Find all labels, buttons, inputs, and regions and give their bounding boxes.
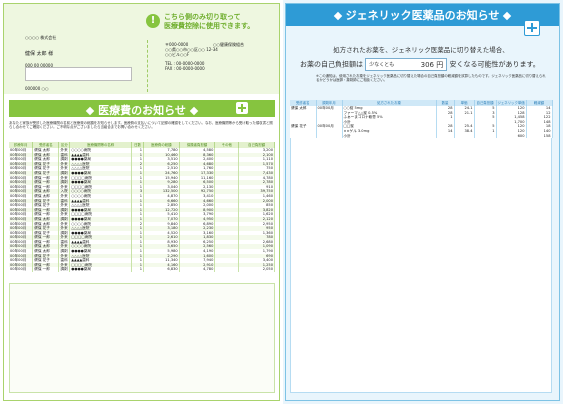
cut-line (147, 40, 149, 92)
generic-cell: 158 (526, 133, 553, 139)
savings-line: お薬の自己負担額は 少なくとも 306 円 安くなる可能性があります。 (300, 58, 540, 71)
generic-cell (436, 133, 455, 139)
exclamation-icon: ! (146, 14, 160, 28)
generic-notes: ※この通知は、使用されたお薬をジェネリック医薬品に切り替えた場合の自己負担額の軽… (316, 74, 546, 83)
association-address: 〒000-0000 ○○県○○市○○区○○ 12-34 ○○ビル○○F TEL … (165, 42, 265, 71)
medical-row: 00年00月 健保 一郎 調剤 ●●●●薬局 1 6,830 4,780 2,050 (9, 267, 275, 273)
sender-block: ○○○○ 株式会社 健保 太郎 様 000 00 00000 (25, 35, 56, 69)
company-name: ○○○○ 株式会社 (25, 35, 57, 40)
medical-cost-message: あなたと家族が受診した医療機関の名前と医療費の総額をお知らせします。医療費の支払… (9, 121, 273, 130)
medical-cell: 調剤 (58, 267, 71, 273)
medical-cell: 2,050 (238, 267, 275, 273)
diamond-icon (503, 11, 512, 21)
generic-cell: 小計 (342, 133, 437, 139)
address-line: FAX : 00-0000-0000 (165, 66, 205, 71)
address-line: ○○ビル○○F (165, 52, 190, 57)
cut-notice-line2: 医療費控除に使用できます。 (164, 22, 255, 30)
cut-notice-line1: こちら側のみ切り取って (164, 13, 241, 21)
savings-amount-box: 少なくとも 306 円 (365, 58, 448, 71)
generic-table: 受診者名 調剤年月 処方されたお薬 数量 単価 自己負担額 ジェネリック単価 軽減額 健保 太… (290, 100, 553, 139)
savings-prefix: お薬の自己負担額は (300, 60, 363, 69)
generic-title: ジェネリック医薬品のお知らせ (345, 9, 500, 22)
generic-table-area (290, 108, 552, 393)
generic-cell (474, 133, 497, 139)
association-name: ○○健康保険組合 (213, 42, 244, 47)
generic-cell (454, 133, 475, 139)
generic-title-bar: ジェネリック医薬品のお知らせ (286, 4, 559, 26)
generic-row: 小計 600 158 (290, 133, 553, 139)
recipient-name: 健保 太郎 様 (25, 51, 54, 57)
diamond-icon (85, 106, 95, 116)
cut-notice: こちら側のみ切り取って 医療費控除に使用できます。 (164, 13, 254, 31)
generic-cell: 600 (496, 133, 527, 139)
medical-cost-title: 医療費のお知らせ (98, 104, 186, 117)
savings-amount: 306 円 (420, 61, 444, 69)
medical-cell: 4,780 (179, 267, 216, 273)
medical-cell (214, 267, 240, 273)
medical-cell: 健保 一郎 (32, 267, 60, 273)
medical-cost-table: 診療年月 受診者名 区分 医療機関等の名称 日数 医療費の総額 保険者負担額 その他 自己負担額… (9, 142, 275, 273)
medical-cell: 1 (131, 267, 144, 273)
savings-suffix: 安くなる可能性があります。 (449, 60, 540, 69)
hospital-icon (236, 102, 248, 114)
address-window (25, 67, 132, 81)
diamond-icon (189, 106, 199, 116)
generic-cell (316, 133, 343, 139)
medical-cost-blank-area (9, 283, 275, 393)
diamond-icon (333, 11, 342, 21)
extra-code: 000000 ○○ (25, 86, 49, 91)
medicine-icon (524, 20, 540, 36)
generic-cell (290, 133, 317, 139)
medical-cell: 00年00月 (9, 267, 34, 273)
medical-cell: 6,830 (143, 267, 180, 273)
savings-low-label: 少なくとも (369, 62, 395, 68)
generic-intro: 処方されたお薬を、ジェネリック医薬品に切り替えた場合、 (333, 46, 509, 54)
medical-cell: ●●●●薬局 (69, 267, 133, 273)
